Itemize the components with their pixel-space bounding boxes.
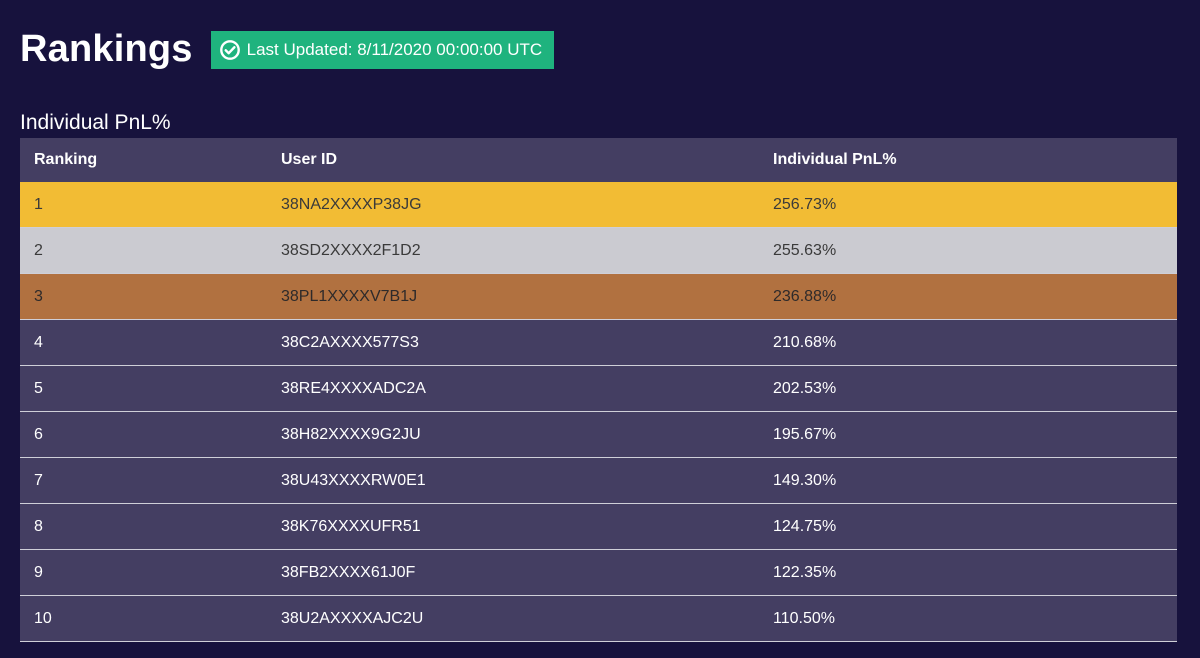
rank-cell: 2 xyxy=(34,241,43,259)
user-id-cell: 38H82XXXX9G2JU xyxy=(281,425,421,443)
user-id-cell: 38U2AXXXXAJC2U xyxy=(281,609,424,627)
user-id-cell: 38C2AXXXX577S3 xyxy=(281,333,419,351)
table-row: 10 38U2AXXXXAJC2U 110.50% xyxy=(20,596,1177,642)
user-id-cell: 38RE4XXXXADC2A xyxy=(281,379,426,397)
user-id-cell: 38PL1XXXXV7B1J xyxy=(281,287,418,305)
pnl-cell: 256.73% xyxy=(773,195,837,213)
pnl-cell: 122.35% xyxy=(773,563,837,581)
table-row: 3 38PL1XXXXV7B1J 236.88% xyxy=(20,274,1177,320)
rank-cell: 1 xyxy=(34,195,43,213)
column-header-user-id: User ID xyxy=(281,151,338,168)
table-row: 1 38NA2XXXXP38JG 256.73% xyxy=(20,182,1177,228)
table-row: 5 38RE4XXXXADC2A 202.53% xyxy=(20,366,1177,412)
rank-cell: 6 xyxy=(34,425,43,443)
pnl-cell: 210.68% xyxy=(773,333,837,351)
section-title: Individual PnL% xyxy=(20,111,171,134)
user-id-cell: 38SD2XXXX2F1D2 xyxy=(281,241,421,259)
check-circle-icon xyxy=(219,40,240,60)
pnl-cell: 110.50% xyxy=(773,609,835,627)
table-row: 9 38FB2XXXX61J0F 122.35% xyxy=(20,550,1177,596)
column-header-ranking: Ranking xyxy=(34,151,98,168)
column-header-pnl: Individual PnL% xyxy=(773,151,897,168)
user-id-cell: 38U43XXXXRW0E1 xyxy=(281,471,426,489)
page-title: Rankings xyxy=(20,28,193,70)
rank-cell: 3 xyxy=(34,287,43,305)
last-updated-badge: Last Updated: 8/11/2020 00:00:00 UTC xyxy=(210,31,555,69)
pnl-cell: 236.88% xyxy=(773,287,837,305)
user-id-cell: 38NA2XXXXP38JG xyxy=(281,195,422,213)
pnl-cell: 202.53% xyxy=(773,379,837,397)
last-updated-text: Last Updated: 8/11/2020 00:00:00 UTC xyxy=(246,40,543,59)
rank-cell: 4 xyxy=(34,333,43,351)
table-row: 2 38SD2XXXX2F1D2 255.63% xyxy=(20,228,1177,274)
rank-cell: 8 xyxy=(34,517,43,535)
user-id-cell: 38K76XXXXUFR51 xyxy=(281,517,421,535)
table-row: 8 38K76XXXXUFR51 124.75% xyxy=(20,504,1177,550)
pnl-cell: 149.30% xyxy=(773,471,837,489)
rank-cell: 7 xyxy=(34,471,43,489)
header: Rankings Last Updated: 8/11/2020 00:00:0… xyxy=(20,26,555,72)
pnl-cell: 195.67% xyxy=(773,425,837,443)
pnl-cell: 124.75% xyxy=(773,517,837,535)
table-row: 4 38C2AXXXX577S3 210.68% xyxy=(20,320,1177,366)
table-header-row: Ranking User ID Individual PnL% xyxy=(20,138,1177,182)
rank-cell: 9 xyxy=(34,563,43,581)
table-row: 6 38H82XXXX9G2JU 195.67% xyxy=(20,412,1177,458)
user-id-cell: 38FB2XXXX61J0F xyxy=(281,563,416,581)
rank-cell: 5 xyxy=(34,379,43,397)
rank-cell: 10 xyxy=(34,609,52,627)
table-row: 7 38U43XXXXRW0E1 149.30% xyxy=(20,458,1177,504)
pnl-cell: 255.63% xyxy=(773,241,837,259)
rankings-table: Ranking User ID Individual PnL% 1 38NA2X… xyxy=(20,138,1177,642)
